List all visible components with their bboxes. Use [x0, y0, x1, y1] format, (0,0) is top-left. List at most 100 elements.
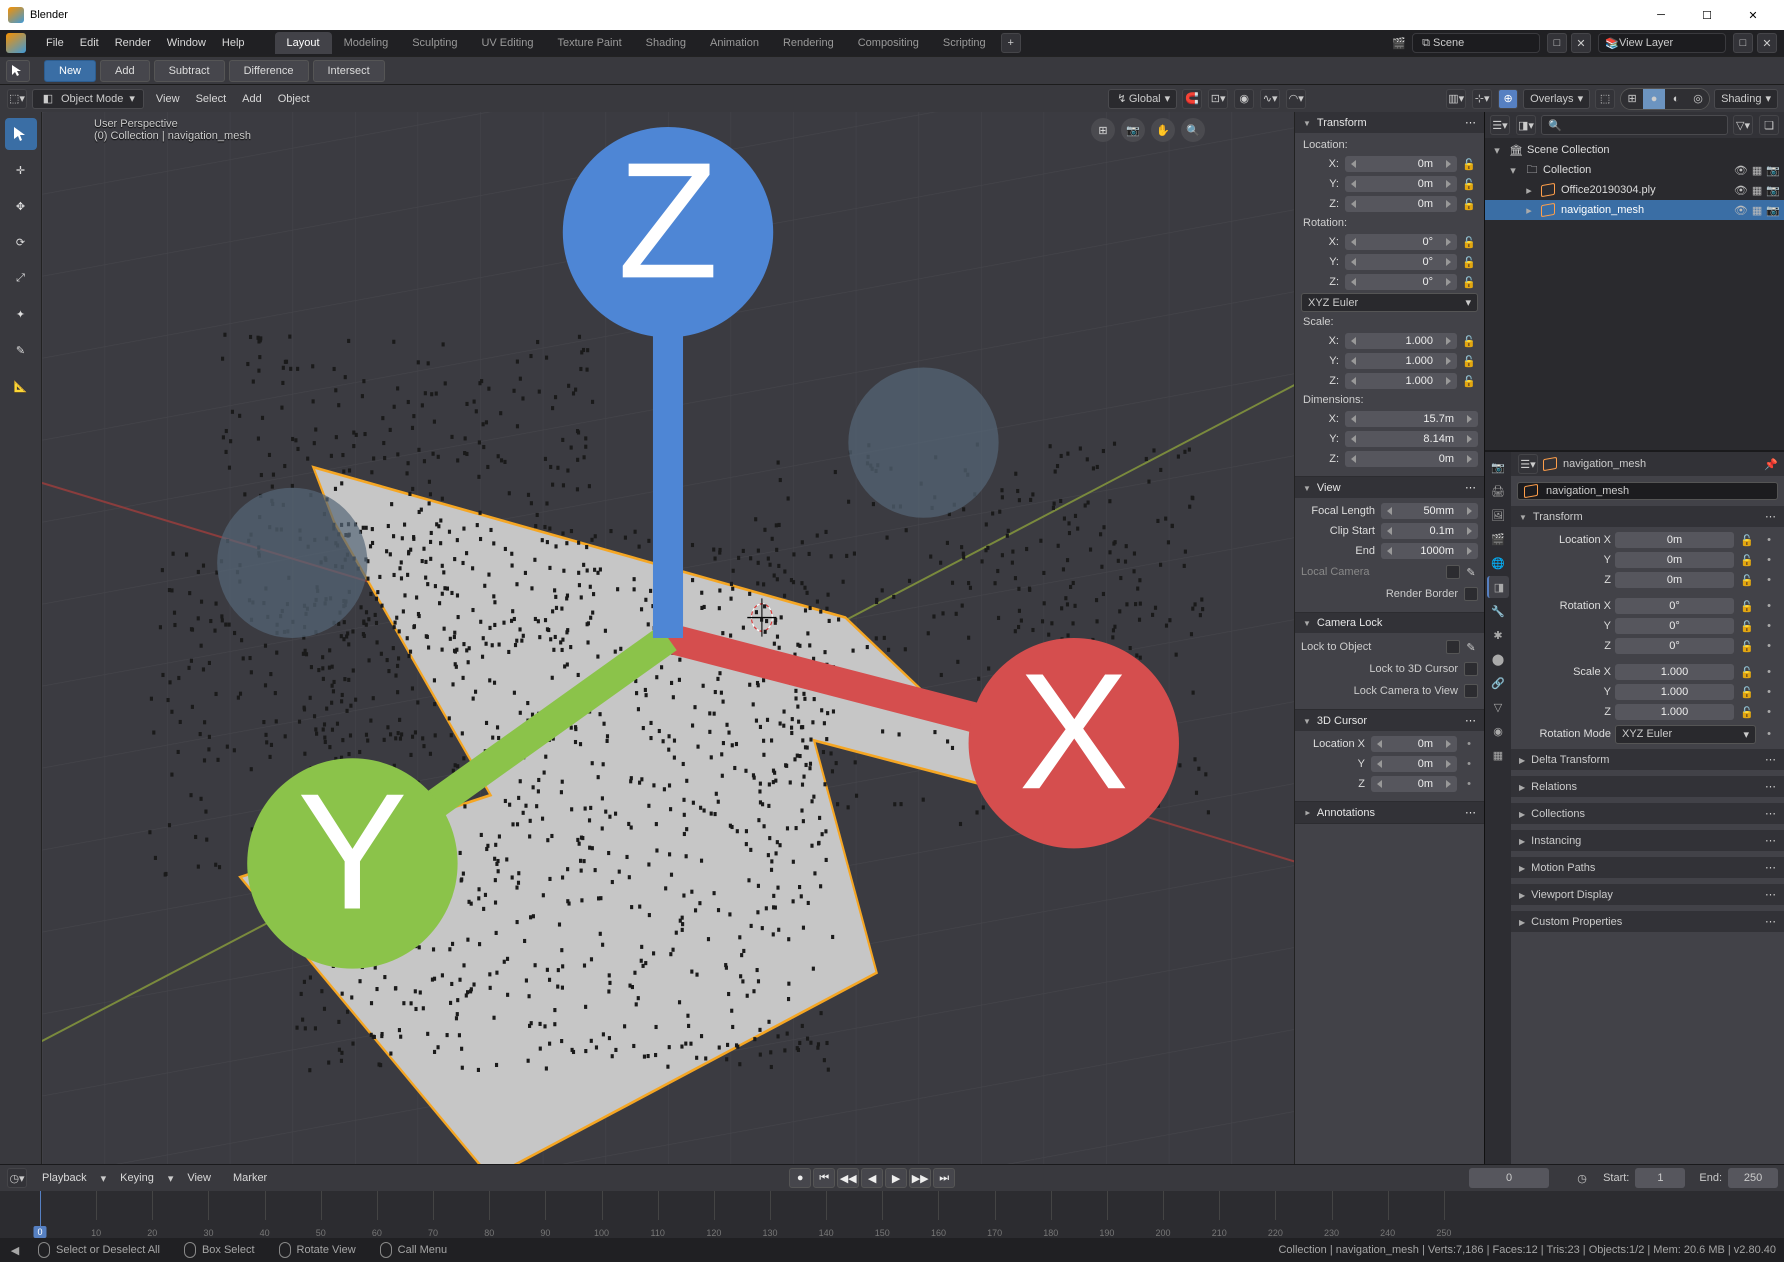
rotation-z-input[interactable]: 0° — [1345, 274, 1457, 290]
play-button[interactable]: ▶ — [885, 1168, 907, 1188]
measure-tool[interactable]: 📐 — [5, 370, 37, 402]
props-num-input[interactable]: 1.000 — [1615, 704, 1734, 720]
timeline-marker-menu[interactable]: Marker — [225, 1168, 275, 1188]
lock-icon[interactable]: 🔓 — [1738, 600, 1756, 613]
menu-window[interactable]: Window — [159, 33, 214, 53]
blender-menu-icon[interactable] — [6, 33, 26, 53]
render-border-checkbox[interactable] — [1464, 587, 1478, 601]
xray-toggle[interactable]: ⬚ — [1595, 89, 1615, 109]
props-panel-collections[interactable]: Collections⋯ — [1511, 803, 1784, 824]
dim-y-input[interactable]: 8.14m — [1345, 431, 1478, 447]
npanel-view-header[interactable]: View⋯ — [1295, 477, 1484, 498]
disclosure-icon[interactable]: ▾ — [1505, 164, 1521, 177]
maximize-button[interactable]: ☐ — [1684, 0, 1730, 30]
workspace-tab-animation[interactable]: Animation — [698, 32, 771, 54]
timeline-type-button[interactable]: ◷▾ — [7, 1168, 27, 1188]
move-tool[interactable]: ✥ — [5, 190, 37, 222]
lock-icon[interactable]: 🔓 — [1738, 686, 1756, 699]
props-num-input[interactable]: 0° — [1615, 638, 1734, 654]
outliner-object-row[interactable]: ▸ Office20190304.ply 👁▦📷 — [1485, 180, 1784, 200]
props-num-input[interactable]: 0° — [1615, 598, 1734, 614]
npanel-transform-header[interactable]: Transform⋯ — [1295, 112, 1484, 133]
scale-z-input[interactable]: 1.000 — [1345, 373, 1457, 389]
outliner-object-row-selected[interactable]: ▸ navigation_mesh 👁▦📷 — [1485, 200, 1784, 220]
ptab-particles-icon[interactable]: ✱ — [1487, 624, 1509, 646]
outliner-scene-row[interactable]: ▾ 🏛 Scene Collection — [1485, 140, 1784, 160]
workspace-tab-scripting[interactable]: Scripting — [931, 32, 998, 54]
workspace-tab-sculpting[interactable]: Sculpting — [400, 32, 469, 54]
delete-scene-button[interactable]: ✕ — [1571, 33, 1591, 53]
eyedropper-icon[interactable]: ✎ — [1464, 565, 1478, 579]
play-reverse-button[interactable]: ◀ — [861, 1168, 883, 1188]
nav-gizmo[interactable]: X Y Z — [42, 112, 1294, 1164]
props-num-input[interactable]: 0m — [1615, 572, 1734, 588]
proportional-connected-dropdown[interactable]: ◠▾ — [1286, 89, 1306, 109]
proportional-toggle[interactable]: ◉ — [1234, 89, 1254, 109]
bool-new-button[interactable]: New — [44, 60, 96, 82]
lock-icon[interactable]: 🔓 — [1738, 574, 1756, 587]
overlays-dropdown[interactable]: Overlays ▾ — [1523, 89, 1590, 109]
lock-icon[interactable]: 🔓 — [1460, 254, 1478, 270]
gizmo-toggle[interactable]: ⊹▾ — [1472, 89, 1492, 109]
cursor-y-input[interactable]: 0m — [1371, 756, 1457, 772]
bool-subtract-button[interactable]: Subtract — [154, 60, 225, 82]
lock-icon[interactable]: 🔓 — [1460, 156, 1478, 172]
ptab-object-icon[interactable]: ◨ — [1487, 576, 1509, 598]
clip-end-input[interactable]: 1000m — [1381, 543, 1478, 559]
panel-options-icon[interactable]: ⋯ — [1765, 834, 1776, 847]
lock-icon[interactable]: 🔓 — [1738, 620, 1756, 633]
panel-options-icon[interactable]: ⋯ — [1765, 888, 1776, 901]
props-panel-custom-properties[interactable]: Custom Properties⋯ — [1511, 911, 1784, 932]
props-num-input[interactable]: 1.000 — [1615, 684, 1734, 700]
lock-icon[interactable]: 🔓 — [1738, 640, 1756, 653]
bool-intersect-button[interactable]: Intersect — [313, 60, 385, 82]
ptab-viewlayer-icon[interactable]: 🖼 — [1487, 504, 1509, 526]
add-workspace-button[interactable]: + — [1001, 33, 1021, 53]
workspace-tab-compositing[interactable]: Compositing — [846, 32, 931, 54]
lock-object-field[interactable] — [1446, 640, 1460, 654]
dim-x-input[interactable]: 15.7m — [1345, 411, 1478, 427]
eye-icon[interactable]: 👁 — [1734, 204, 1748, 217]
props-panel-instancing[interactable]: Instancing⋯ — [1511, 830, 1784, 851]
vpheader-menu-view[interactable]: View — [148, 89, 188, 109]
lock-icon[interactable]: 🔓 — [1460, 234, 1478, 250]
minimize-button[interactable]: ─ — [1638, 0, 1684, 30]
lock-icon[interactable]: 🔓 — [1738, 666, 1756, 679]
outliner-display-mode[interactable]: ☰▾ — [1490, 115, 1510, 135]
rendered-shading-button[interactable]: ◎ — [1687, 89, 1709, 109]
scene-selector[interactable]: ⧉ — [1412, 33, 1540, 53]
outliner-layers-button[interactable]: ◨▾ — [1516, 115, 1536, 135]
jump-start-button[interactable]: ⏮ — [813, 1168, 835, 1188]
scale-x-input[interactable]: 1.000 — [1345, 333, 1457, 349]
props-rotation-mode-dropdown[interactable]: XYZ Euler▾ — [1615, 725, 1756, 744]
scene-name-input[interactable] — [1433, 37, 1533, 49]
3d-viewport[interactable]: User Perspective (0) Collection | naviga… — [42, 112, 1294, 1164]
current-frame-input[interactable]: 0 — [1469, 1168, 1549, 1188]
lock-3dcursor-checkbox[interactable] — [1464, 662, 1478, 676]
eye-icon[interactable]: 👁 — [1734, 164, 1748, 177]
panel-options-icon[interactable]: ⋯ — [1765, 510, 1776, 523]
props-num-input[interactable]: 0m — [1615, 532, 1734, 548]
location-z-input[interactable]: 0m — [1345, 196, 1457, 212]
lock-icon[interactable]: 🔓 — [1460, 196, 1478, 212]
clip-start-input[interactable]: 0.1m — [1381, 523, 1478, 539]
props-panel-delta-transform[interactable]: Delta Transform⋯ — [1511, 749, 1784, 770]
shading-dropdown[interactable]: Shading ▾ — [1714, 89, 1778, 109]
panel-options-icon[interactable]: ⋯ — [1465, 714, 1476, 727]
cursor-x-input[interactable]: 0m — [1371, 736, 1457, 752]
npanel-3dcursor-header[interactable]: 3D Cursor⋯ — [1295, 710, 1484, 731]
bool-difference-button[interactable]: Difference — [229, 60, 309, 82]
dim-z-input[interactable]: 0m — [1345, 451, 1478, 467]
workspace-tab-texture-paint[interactable]: Texture Paint — [545, 32, 633, 54]
npanel-annotations-header[interactable]: Annotations⋯ — [1295, 802, 1484, 823]
props-panel-relations[interactable]: Relations⋯ — [1511, 776, 1784, 797]
shading-mode-segmented[interactable]: ⊞ ● ◐ ◎ — [1620, 88, 1710, 110]
solid-shading-button[interactable]: ● — [1643, 89, 1665, 109]
panel-options-icon[interactable]: ⋯ — [1465, 481, 1476, 494]
ptab-data-icon[interactable]: ▽ — [1487, 696, 1509, 718]
panel-options-icon[interactable]: ⋯ — [1765, 861, 1776, 874]
visibility-dropdown[interactable]: ▥▾ — [1446, 89, 1466, 109]
panel-options-icon[interactable]: ⋯ — [1765, 780, 1776, 793]
render-icon[interactable]: ▦ — [1752, 204, 1762, 217]
selectable-icon[interactable]: 📷 — [1766, 204, 1780, 217]
